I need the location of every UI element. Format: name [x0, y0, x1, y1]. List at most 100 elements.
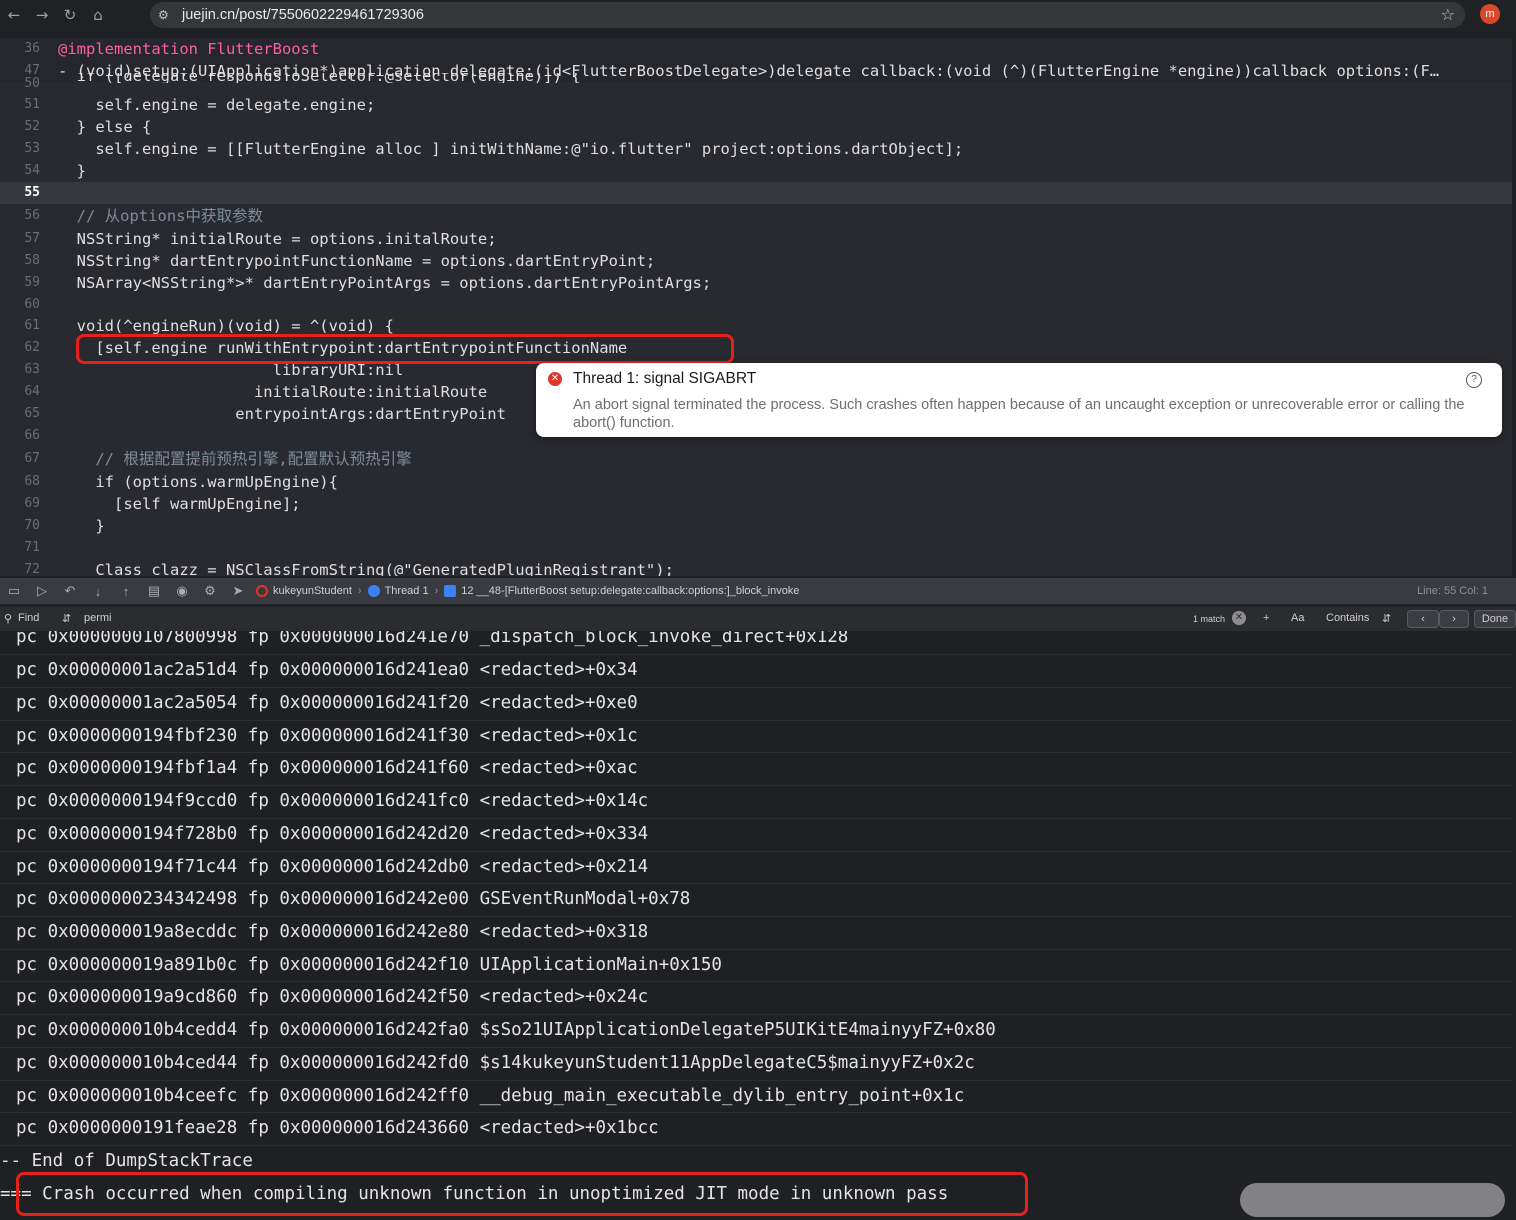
row-divider: [0, 1145, 1512, 1146]
find-query-input[interactable]: permi: [84, 612, 112, 624]
code-line: NSString* dartEntrypointFunctionName = o…: [58, 252, 656, 270]
line-number: 68: [24, 474, 40, 489]
row-divider: [0, 752, 1512, 753]
url-text[interactable]: juejin.cn/post/7550602229461729306: [182, 7, 424, 23]
continue-icon[interactable]: ▷: [28, 583, 56, 599]
step-over-icon[interactable]: ↶: [56, 583, 84, 599]
line-number: 60: [24, 297, 40, 312]
line-number: 61: [24, 318, 40, 333]
step-into-icon[interactable]: ↓: [84, 584, 112, 599]
error-icon: ✕: [548, 372, 562, 386]
crash-title: Thread 1: signal SIGABRT: [573, 370, 757, 387]
back-icon[interactable]: ←: [0, 1, 28, 29]
stack-frame-line: pc 0x000000019a891b0c fp 0x000000016d242…: [16, 955, 722, 975]
match-case-button[interactable]: Aa: [1291, 612, 1304, 624]
blurred-watermark: [1240, 1183, 1505, 1217]
row-divider: [0, 1047, 1512, 1048]
environment-icon[interactable]: ⚙: [196, 583, 224, 599]
row-divider: [0, 981, 1512, 982]
code-line: initialRoute:initialRoute: [58, 383, 488, 401]
code-line: @implementation FlutterBoost: [58, 40, 320, 58]
code-line: self.engine = delegate.engine;: [58, 96, 376, 114]
stack-frame-line: pc 0x00000001ac2a5054 fp 0x000000016d241…: [16, 693, 638, 713]
code-line: }: [58, 517, 105, 535]
code-comment: // 从options中获取参数: [58, 207, 263, 225]
stack-frame-line: pc 0x0000000194f9ccd0 fp 0x000000016d241…: [16, 791, 649, 811]
code-line: if (options.warmUpEngine){: [58, 473, 338, 491]
line-number: 57: [24, 231, 40, 246]
help-icon[interactable]: ?: [1466, 372, 1482, 388]
line-number: 56: [24, 208, 40, 223]
view-hierarchy-icon[interactable]: ▤: [140, 583, 168, 599]
browser-toolbar: ← → ↻ ⌂ ⚙ juejin.cn/post/755060222946172…: [0, 0, 1516, 30]
match-mode-select[interactable]: Contains: [1326, 612, 1369, 624]
line-number: 69: [24, 496, 40, 511]
breadcrumb-target[interactable]: kukeyunStudent: [273, 585, 352, 597]
line-number: 58: [24, 253, 40, 268]
forward-icon[interactable]: →: [28, 1, 56, 29]
memory-graph-icon[interactable]: ◉: [168, 583, 196, 599]
crash-line-highlight-box: [76, 334, 734, 364]
reload-icon[interactable]: ↻: [56, 1, 84, 29]
done-button[interactable]: Done: [1474, 610, 1516, 628]
row-divider: [0, 851, 1512, 852]
code-line: self.engine = [[FlutterEngine alloc ] in…: [58, 140, 964, 158]
search-icon: ⚲: [4, 613, 13, 625]
step-out-icon[interactable]: ↑: [112, 584, 140, 599]
stack-frame-line: pc 0x0000000191feae28 fp 0x000000016d243…: [16, 1118, 659, 1138]
row-divider: [0, 785, 1512, 786]
line-number: 63: [24, 362, 40, 377]
line-col-indicator: Line: 55 Col: 1: [1417, 585, 1488, 597]
bookmark-star-icon[interactable]: ☆: [1441, 5, 1455, 24]
find-mode-label[interactable]: Find: [18, 612, 39, 624]
clear-search-icon[interactable]: ✕: [1232, 611, 1246, 625]
code-line: }: [58, 162, 86, 180]
home-icon[interactable]: ⌂: [84, 1, 112, 29]
add-icon[interactable]: +: [1263, 612, 1269, 624]
line-number: 70: [24, 518, 40, 533]
code-line-clipped: if ([delegate respondsToSelector:@select…: [58, 73, 581, 83]
stack-frame-line: pc 0x0000000234342498 fp 0x000000016d242…: [16, 889, 691, 909]
breadcrumb: kukeyunStudent › Thread 1 › 12 __48-[Flu…: [256, 585, 799, 597]
thread-icon: [367, 585, 380, 597]
previous-match-icon[interactable]: ‹: [1407, 610, 1439, 628]
stack-frame-line: pc 0x0000000194fbf230 fp 0x000000016d241…: [16, 726, 638, 746]
code-comment: // 根据配置提前预热引擎,配置默认预热引擎: [58, 450, 412, 468]
crash-message-highlight-box: [16, 1172, 1028, 1216]
stack-frame-line: pc 0x0000000194fbf1a4 fp 0x000000016d241…: [16, 758, 638, 778]
chevron-right-icon: ›: [434, 585, 439, 597]
line-number: 36: [24, 41, 40, 56]
find-mode-chevron-icon[interactable]: ⇵: [62, 612, 71, 625]
next-match-icon[interactable]: ›: [1439, 610, 1469, 628]
line-number: 67: [24, 451, 40, 466]
stack-frame-line: pc 0x000000010b4cedd4 fp 0x000000016d242…: [16, 1020, 996, 1040]
address-bar[interactable]: ⚙ juejin.cn/post/7550602229461729306 ☆: [150, 2, 1465, 28]
code-line: } else {: [58, 118, 152, 136]
location-icon[interactable]: ➤: [224, 583, 252, 599]
mode-chevron-icon[interactable]: ⇵: [1382, 612, 1391, 625]
code-editor[interactable]: 36 47 50 51 52 53 54 55 56 57 58 59 60 6…: [0, 38, 1512, 576]
line-number: 72: [24, 562, 40, 576]
line-number: 65: [24, 406, 40, 421]
stack-frame-line: pc 0x000000019a8ecddc fp 0x000000016d242…: [16, 922, 649, 942]
code-line: Class clazz = NSClassFromString(@"Genera…: [58, 561, 674, 576]
row-divider: [0, 1112, 1512, 1113]
debug-bar: ▭ ▷ ↶ ↓ ↑ ▤ ◉ ⚙ ➤ kukeyunStudent › Threa…: [0, 578, 1516, 604]
line-number: 50: [24, 76, 40, 91]
site-settings-icon[interactable]: ⚙: [158, 8, 176, 22]
row-divider: [0, 654, 1512, 655]
line-number: 52: [24, 119, 40, 134]
profile-avatar[interactable]: m: [1480, 4, 1500, 24]
row-divider: [0, 818, 1512, 819]
console-output[interactable]: pc 0x0000000107800998 fp 0x000000016d241…: [0, 631, 1512, 1220]
breadcrumb-frame[interactable]: 12 __48-[FlutterBoost setup:delegate:cal…: [461, 585, 799, 597]
hide-debug-area-icon[interactable]: ▭: [0, 583, 28, 599]
line-number: 62: [24, 340, 40, 355]
row-divider: [0, 916, 1512, 917]
breadcrumb-thread[interactable]: Thread 1: [385, 585, 429, 597]
line-number: 51: [24, 97, 40, 112]
chevron-right-icon: ›: [357, 585, 362, 597]
code-line: NSArray<NSString*>* dartEntryPointArgs =…: [58, 274, 712, 292]
current-line-highlight: [0, 182, 1512, 204]
find-bar: ⚲ Find ⇵ permi 1 match ✕ + Aa Contains ⇵…: [0, 607, 1516, 631]
